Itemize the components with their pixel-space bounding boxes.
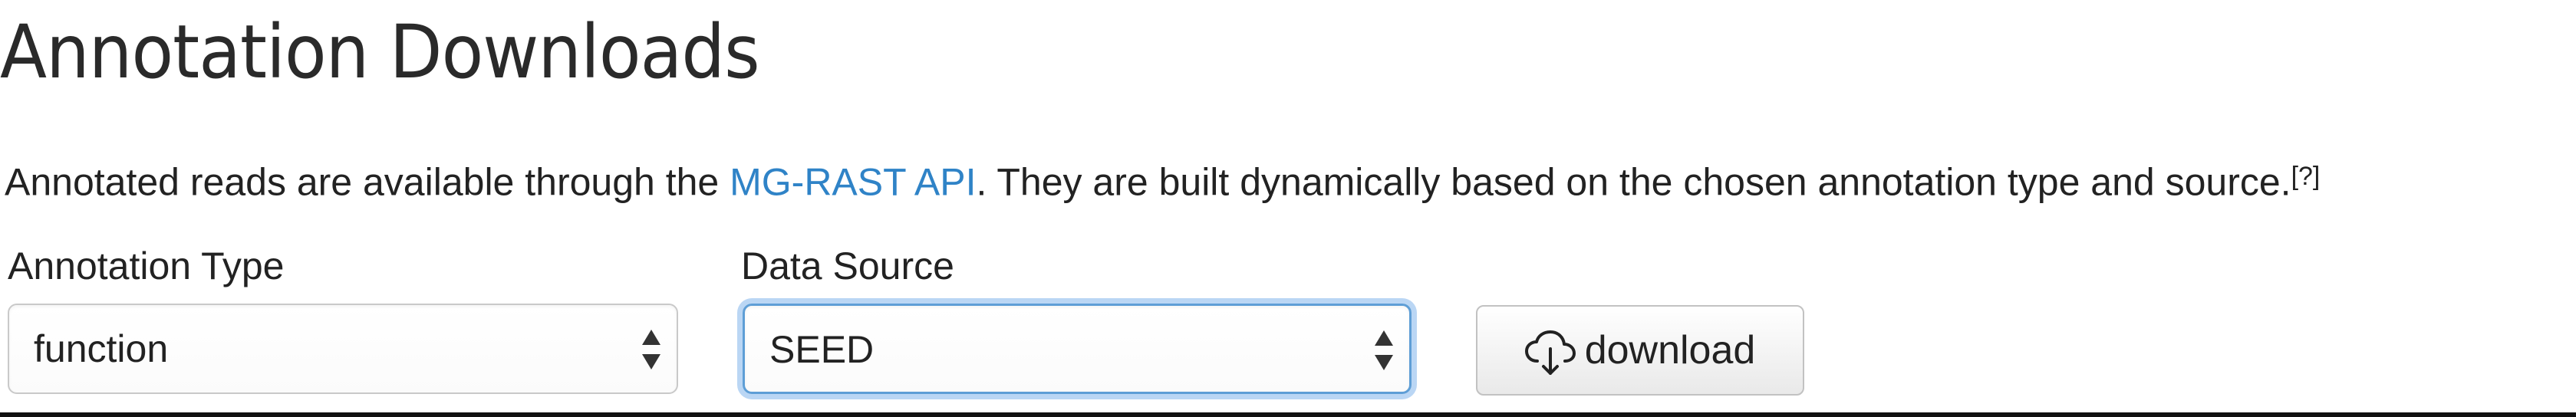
help-footnote-link[interactable]: [?] xyxy=(2291,162,2321,191)
annotation-downloads-section: Annotation Downloads Annotated reads are… xyxy=(0,0,2576,417)
annotation-type-select[interactable]: function xyxy=(8,304,678,394)
page-title: Annotation Downloads xyxy=(0,9,760,95)
download-button-label: download xyxy=(1584,328,1756,373)
data-source-label: Data Source xyxy=(741,245,954,287)
description-text: Annotated reads are available through th… xyxy=(5,143,2320,213)
data-source-select[interactable]: SEED xyxy=(743,304,1412,394)
description-after-link: . They are built dynamically based on th… xyxy=(976,160,2291,204)
annotation-type-label: Annotation Type xyxy=(8,245,285,287)
select-arrows-icon xyxy=(1375,330,1393,370)
download-button[interactable]: download xyxy=(1476,305,1804,396)
select-arrows-icon xyxy=(642,330,660,369)
cloud-download-icon xyxy=(1524,330,1576,375)
description-before-link: Annotated reads are available through th… xyxy=(5,160,730,204)
mg-rast-api-link[interactable]: MG-RAST API xyxy=(730,161,976,204)
divider xyxy=(0,412,2576,417)
data-source-value: SEED xyxy=(769,328,875,371)
annotation-type-value: function xyxy=(34,327,169,370)
